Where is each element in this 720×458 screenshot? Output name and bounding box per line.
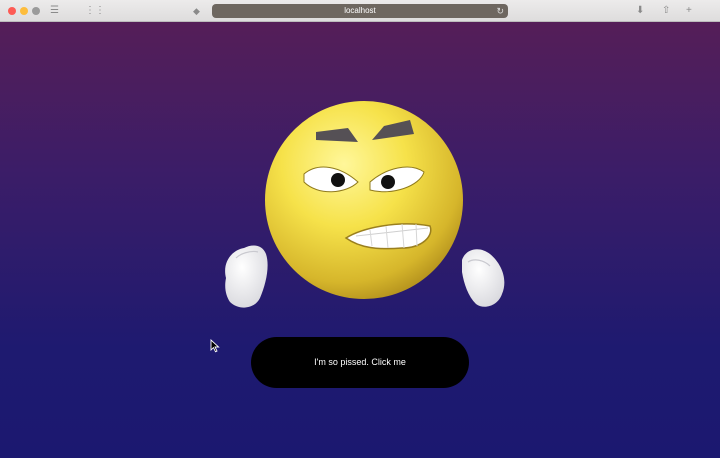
zoom-window-button[interactable] <box>32 7 40 15</box>
tab-overview-icon[interactable]: ⋮⋮ <box>85 4 105 18</box>
share-icon[interactable]: ⇧ <box>662 4 670 18</box>
close-window-button[interactable] <box>8 7 16 15</box>
address-bar-url: localhost <box>344 6 376 15</box>
pissed-click-button-label: I'm so pissed. Click me <box>314 357 406 367</box>
browser-toolbar: ☰ ⋮⋮ ◆ localhost ↻ ⬇ ⇧ + <box>0 0 720 22</box>
right-glove-hand <box>462 249 505 307</box>
angry-emoji-illustration <box>225 101 505 308</box>
emoji-face <box>265 101 463 299</box>
privacy-shield-icon[interactable]: ◆ <box>193 4 200 18</box>
mouse-cursor-icon <box>210 339 220 353</box>
page-viewport: I'm so pissed. Click me <box>0 22 720 458</box>
reload-icon[interactable]: ↻ <box>496 4 504 18</box>
new-tab-icon[interactable]: + <box>686 4 692 18</box>
sidebar-toggle-icon[interactable]: ☰ <box>50 4 59 18</box>
downloads-icon[interactable]: ⬇ <box>636 4 644 18</box>
pissed-click-button[interactable]: I'm so pissed. Click me <box>251 337 469 388</box>
left-glove-hand <box>225 245 268 308</box>
minimize-window-button[interactable] <box>20 7 28 15</box>
address-bar[interactable]: localhost ↻ <box>212 4 508 18</box>
